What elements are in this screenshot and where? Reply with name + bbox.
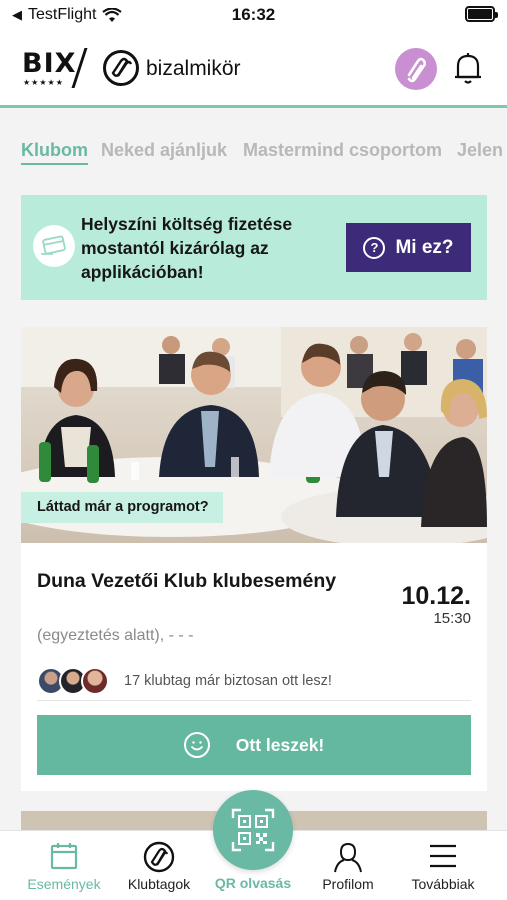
bizalmikor-logo-icon	[103, 50, 139, 86]
event-time: 15:30	[433, 610, 471, 627]
attendee-count: 17 klubtag már biztosan ott lesz!	[124, 673, 332, 689]
attendee-avatars	[37, 667, 117, 695]
avatar	[81, 667, 109, 695]
battery-icon	[465, 6, 498, 22]
event-date: 10.12.	[401, 582, 471, 610]
nav-more[interactable]: Továbbiak	[393, 831, 493, 900]
event-photo: Láttad már a programot?	[21, 327, 487, 543]
event-title: Duna Vezetői Klub klubesemény	[37, 570, 337, 592]
nav-more-label: Továbbiak	[411, 876, 475, 892]
bell-icon	[455, 53, 481, 84]
calendar-icon	[50, 843, 78, 870]
bix-logo-stars: ★★★★★	[23, 78, 64, 87]
app-header: BIX ★★★★★ bizalmikör	[0, 30, 507, 108]
payment-banner: Helyszíni költség fizetése mostantól kiz…	[21, 195, 487, 300]
tab-jelen[interactable]: Jelen	[457, 140, 503, 161]
notifications-button[interactable]	[452, 50, 484, 86]
nav-events[interactable]: Események	[14, 831, 114, 900]
qr-scan-button[interactable]	[213, 790, 293, 870]
what-is-this-button[interactable]: ? Mi ez?	[346, 223, 471, 272]
paperclip-icon	[407, 57, 427, 83]
question-icon: ?	[363, 236, 386, 259]
qr-scan-label: QR olvasás	[214, 875, 292, 891]
what-is-this-label: Mi ez?	[395, 236, 454, 258]
nav-events-label: Események	[27, 876, 101, 892]
event-location: (egyeztetés alatt), - - -	[37, 627, 194, 644]
card-payment-icon	[33, 225, 75, 267]
nav-club-members-label: Klubtagok	[127, 876, 191, 892]
attend-label: Ott leszek!	[235, 734, 325, 755]
event-card[interactable]: Láttad már a programot? Duna Vezetői Klu…	[21, 327, 487, 791]
smile-icon	[183, 732, 210, 758]
clock: 16:32	[231, 5, 276, 24]
tab-klubom[interactable]: Klubom	[21, 140, 88, 165]
tab-neked-ajanljuk[interactable]: Neked ajánljuk	[101, 140, 227, 161]
nav-profile[interactable]: Profilom	[298, 831, 398, 900]
tab-bar: Klubom Neked ajánljuk Mastermind csoport…	[0, 110, 507, 192]
nav-profile-label: Profilom	[322, 876, 374, 892]
person-icon	[334, 842, 362, 873]
banner-text: Helyszíni költség fizetése mostantól kiz…	[81, 214, 293, 282]
nav-club-members[interactable]: Klubtagok	[109, 831, 209, 900]
menu-icon	[430, 844, 456, 868]
clip-button[interactable]	[395, 48, 437, 90]
bizalmikor-icon	[143, 841, 175, 873]
bix-logo: BIX	[22, 48, 77, 79]
program-tag: Láttad már a programot?	[21, 492, 223, 523]
card-divider	[37, 700, 471, 701]
attend-button[interactable]: Ott leszek!	[37, 715, 471, 775]
qr-code-icon	[231, 808, 275, 852]
brand-name: bizalmikör	[146, 57, 241, 80]
status-bar: ◀ TestFlight 16:32	[0, 0, 507, 30]
tab-mastermind[interactable]: Mastermind csoportom	[243, 140, 442, 161]
app-screen: ◀ TestFlight 16:32 BIX ★★★★★ bizalmikör	[0, 0, 507, 900]
